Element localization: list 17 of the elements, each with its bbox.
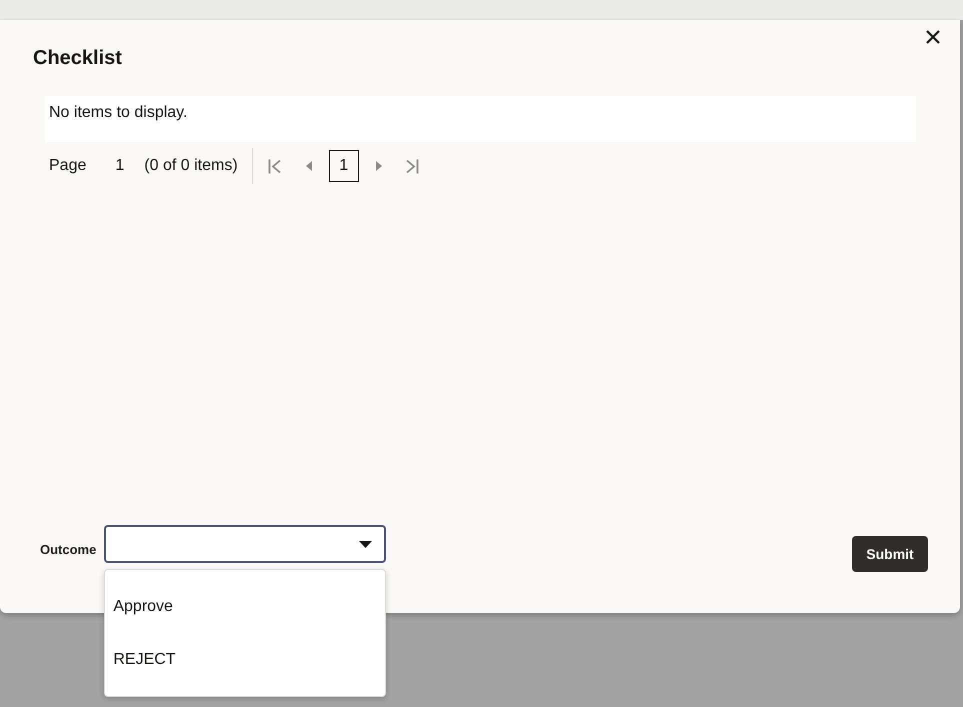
outcome-label: Outcome bbox=[40, 542, 96, 558]
page-number-button[interactable]: 1 bbox=[328, 150, 359, 182]
last-page-icon bbox=[406, 158, 420, 174]
dropdown-option[interactable]: REJECT bbox=[105, 633, 386, 686]
dropdown-option[interactable]: Approve bbox=[105, 580, 386, 633]
page-label: Page bbox=[49, 157, 86, 175]
dialog-title: Checklist bbox=[33, 46, 122, 70]
first-page-icon bbox=[268, 158, 282, 174]
caret-icon bbox=[359, 540, 372, 548]
previous-page-icon bbox=[306, 161, 312, 171]
current-page-number: 1 bbox=[115, 157, 124, 175]
submit-button[interactable]: Submit bbox=[852, 536, 928, 572]
close-icon bbox=[926, 30, 940, 44]
empty-message: No items to display. bbox=[49, 104, 188, 121]
item-count: (0 of 0 items) bbox=[144, 157, 238, 175]
next-page-icon bbox=[376, 161, 382, 171]
outcome-select[interactable] bbox=[104, 525, 386, 563]
